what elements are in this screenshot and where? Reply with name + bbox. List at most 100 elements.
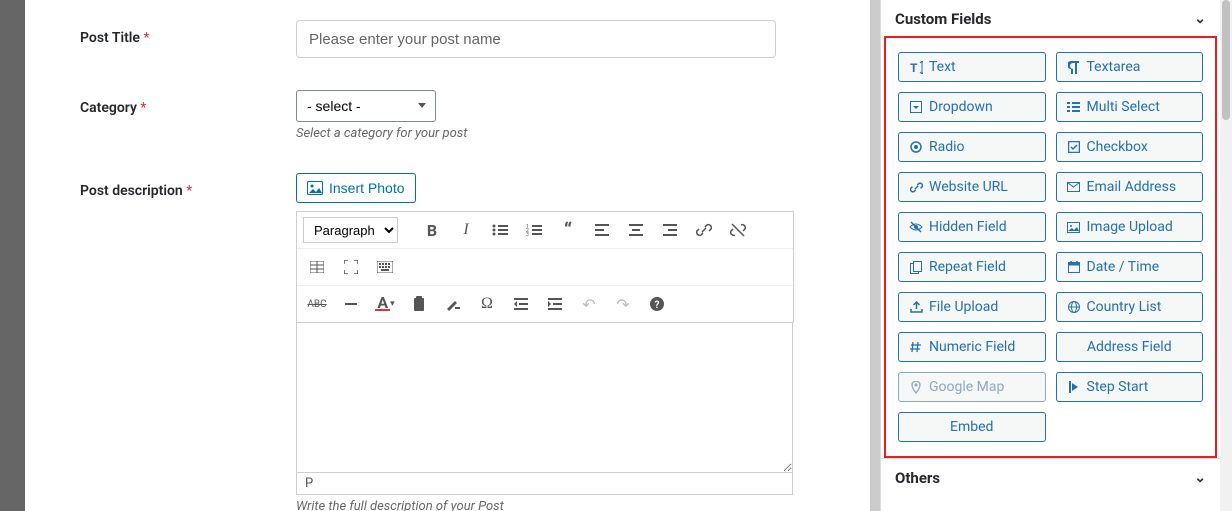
- align-left-button[interactable]: [588, 216, 616, 244]
- unlink-button[interactable]: [724, 216, 752, 244]
- strikethrough-button[interactable]: ABC: [303, 290, 331, 318]
- category-label: Category *: [80, 90, 296, 116]
- category-hint: Select a category for your post: [296, 126, 834, 141]
- help-button[interactable]: ?: [643, 290, 671, 318]
- text-height-icon: T: [909, 61, 923, 74]
- envelope-icon: [1067, 182, 1081, 192]
- field-label: Repeat Field: [929, 259, 1006, 275]
- link-icon: [909, 181, 923, 194]
- category-select[interactable]: - select -: [296, 90, 436, 122]
- eye-slash-icon: [909, 221, 923, 233]
- numbered-list-button[interactable]: 123: [520, 216, 548, 244]
- italic-button[interactable]: I: [452, 216, 480, 244]
- others-header[interactable]: Others ⌄: [881, 458, 1220, 495]
- field-type-text[interactable]: TText: [898, 52, 1046, 82]
- field-type-date-time[interactable]: Date / Time: [1056, 252, 1204, 282]
- outdent-button[interactable]: [507, 290, 535, 318]
- field-label: Google Map: [929, 379, 1004, 395]
- field-type-checkbox[interactable]: Checkbox: [1056, 132, 1204, 162]
- horizontal-line-button[interactable]: [337, 290, 365, 318]
- field-label: Embed: [950, 419, 993, 435]
- paragraph-icon: [1067, 61, 1081, 74]
- field-label: Email Address: [1087, 179, 1177, 195]
- bullet-list-button[interactable]: [486, 216, 514, 244]
- field-type-radio[interactable]: Radio: [898, 132, 1046, 162]
- field-label: Dropdown: [929, 99, 993, 115]
- field-type-image-upload[interactable]: Image Upload: [1056, 212, 1204, 242]
- main-form-panel: Post Title * Category * - select -: [25, 0, 870, 511]
- field-type-email-address[interactable]: Email Address: [1056, 172, 1204, 202]
- field-label: Textarea: [1087, 59, 1141, 75]
- image-icon: [1067, 222, 1081, 233]
- paste-button[interactable]: [405, 290, 433, 318]
- svg-text:?: ?: [655, 300, 660, 311]
- field-type-dropdown[interactable]: Dropdown: [898, 92, 1046, 122]
- field-type-google-map[interactable]: Google Map: [898, 372, 1046, 402]
- step-icon: [1067, 381, 1081, 393]
- chevron-down-icon: ⌄: [1194, 470, 1206, 486]
- field-type-numeric-field[interactable]: Numeric Field: [898, 332, 1046, 362]
- redo-button[interactable]: ↷: [609, 290, 637, 318]
- link-button[interactable]: [690, 216, 718, 244]
- check-square-icon: [1067, 141, 1081, 153]
- copy-icon: [909, 261, 923, 274]
- globe-icon: [1067, 301, 1081, 313]
- editor-toolbar: Paragraph B I 123 “: [296, 211, 794, 323]
- field-type-file-upload[interactable]: File Upload: [898, 292, 1046, 322]
- editor-content-area[interactable]: [296, 323, 793, 473]
- fullscreen-button[interactable]: [337, 253, 365, 281]
- field-type-multi-select[interactable]: Multi Select: [1056, 92, 1204, 122]
- calendar-icon: [1067, 261, 1081, 273]
- field-label: Address Field: [1087, 339, 1172, 355]
- rich-text-editor: Paragraph B I 123 “: [296, 211, 794, 495]
- editor-status-bar: P: [296, 473, 793, 495]
- hash-icon: [909, 341, 923, 353]
- insert-photo-button[interactable]: Insert Photo: [296, 173, 416, 203]
- field-label: Image Upload: [1087, 219, 1173, 235]
- chevron-down-icon: ⌄: [1194, 11, 1206, 27]
- special-char-button[interactable]: Ω: [473, 290, 501, 318]
- field-label: Date / Time: [1087, 259, 1160, 275]
- align-right-button[interactable]: [656, 216, 684, 244]
- clear-formatting-button[interactable]: [439, 290, 467, 318]
- blockquote-button[interactable]: “: [554, 216, 582, 244]
- map-marker-icon: [909, 381, 923, 394]
- required-indicator: *: [186, 183, 192, 199]
- field-type-address-field[interactable]: Address Field: [1056, 332, 1204, 362]
- list-icon: [1067, 102, 1081, 113]
- field-label: Step Start: [1087, 379, 1149, 395]
- post-description-label: Post description *: [80, 173, 296, 199]
- field-type-embed[interactable]: Embed: [898, 412, 1046, 442]
- custom-fields-header[interactable]: Custom Fields ⌄: [881, 0, 1220, 36]
- field-type-website-url[interactable]: Website URL: [898, 172, 1046, 202]
- field-label: Numeric Field: [929, 339, 1015, 355]
- field-type-repeat-field[interactable]: Repeat Field: [898, 252, 1046, 282]
- table-button[interactable]: [303, 253, 331, 281]
- required-indicator: *: [140, 100, 146, 116]
- custom-fields-highlight-box: TText Textarea Dropdown Multi Select Radio Ch…: [884, 36, 1217, 458]
- field-label: Multi Select: [1087, 99, 1160, 115]
- sidebar-panel: Custom Fields ⌄ TText Textarea Dropdown Mul…: [880, 0, 1220, 511]
- caret-down-sq-icon: [909, 101, 923, 113]
- field-type-country-list[interactable]: Country List: [1056, 292, 1204, 322]
- field-label: Hidden Field: [929, 219, 1007, 235]
- post-title-label: Post Title *: [80, 20, 296, 46]
- field-type-hidden-field[interactable]: Hidden Field: [898, 212, 1046, 242]
- field-label: Radio: [929, 139, 965, 155]
- post-title-input[interactable]: [296, 20, 776, 58]
- divider-gutter: [870, 0, 880, 511]
- indent-button[interactable]: [541, 290, 569, 318]
- field-type-textarea[interactable]: Textarea: [1056, 52, 1204, 82]
- vertical-scrollbar[interactable]: [1220, 0, 1232, 511]
- text-color-button[interactable]: A ▾: [371, 290, 399, 318]
- undo-button[interactable]: ↶: [575, 290, 603, 318]
- bold-button[interactable]: B: [418, 216, 446, 244]
- field-type-step-start[interactable]: Step Start: [1056, 372, 1204, 402]
- post-description-hint: Write the full description of your Post: [296, 499, 834, 511]
- align-center-button[interactable]: [622, 216, 650, 244]
- keyboard-button[interactable]: [371, 253, 399, 281]
- paragraph-format-select[interactable]: Paragraph: [303, 217, 398, 243]
- photo-icon: [307, 181, 323, 195]
- required-indicator: *: [143, 30, 149, 46]
- field-label: Website URL: [929, 179, 1008, 195]
